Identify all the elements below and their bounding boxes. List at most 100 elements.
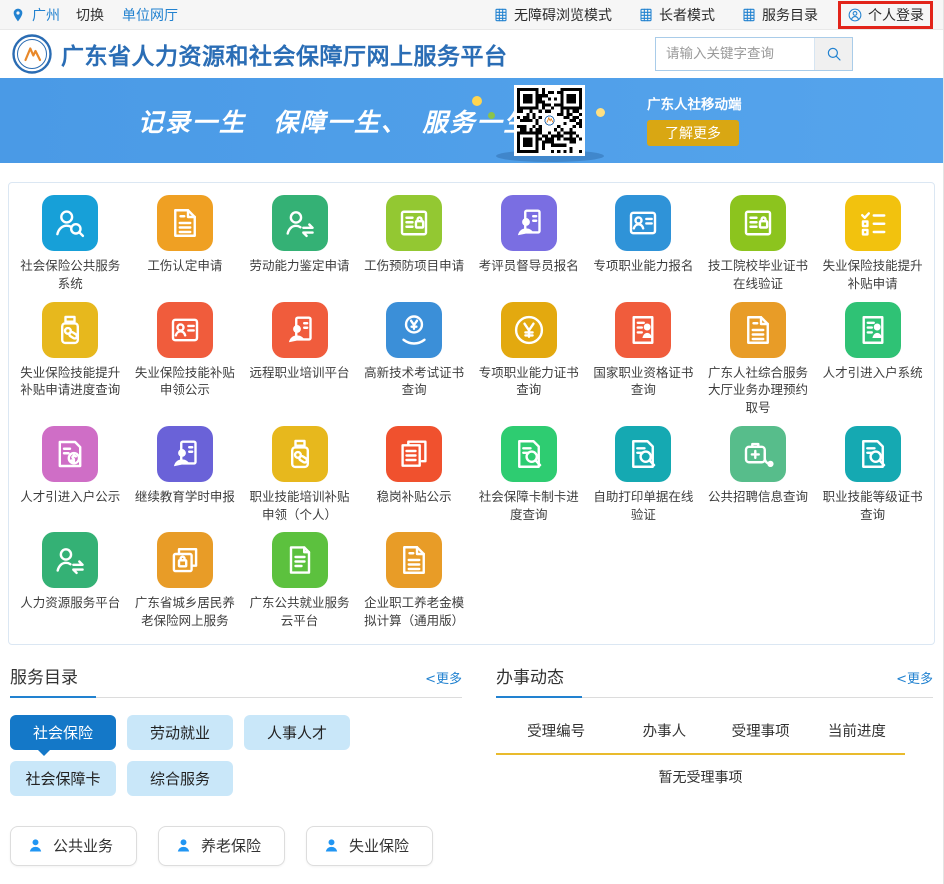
- service-item[interactable]: 失业保险技能提升补贴申请进度查询: [13, 302, 128, 417]
- service-label: 技工院校毕业证书在线验证: [702, 257, 814, 293]
- topbar-link[interactable]: 无障碍浏览模式: [493, 5, 612, 25]
- hand-yuan-icon: [386, 302, 442, 358]
- mobile-app-promo: 广东人社移动端 了解更多: [647, 93, 742, 146]
- service-label: 广东人社综合服务大厅业务办理预约取号: [702, 364, 814, 417]
- catalog-tab[interactable]: 社会保险: [10, 715, 116, 750]
- service-label: 社会保险公共服务系统: [14, 257, 126, 293]
- site-logo: [12, 34, 52, 74]
- catalog-tab[interactable]: 劳动就业: [127, 715, 233, 750]
- topbar-links: 无障碍浏览模式 长者模式 服务目录 个人登录: [493, 3, 933, 27]
- service-item[interactable]: 社会保障卡制卡进度查询: [472, 426, 587, 524]
- topbar-link-label: 服务目录: [762, 5, 818, 25]
- service-item[interactable]: 专项职业能力证书查询: [472, 302, 587, 417]
- pin-icon: [10, 7, 26, 23]
- service-item[interactable]: 技工院校毕业证书在线验证: [701, 195, 816, 293]
- quick-link-button[interactable]: 公共业务: [10, 826, 137, 866]
- doc-dollar-icon: [42, 426, 98, 482]
- bottle-icon: [42, 302, 98, 358]
- service-label: 人力资源服务平台: [20, 594, 120, 612]
- quick-link-button[interactable]: 养老保险: [158, 826, 285, 866]
- service-label: 职业技能等级证书查询: [817, 488, 929, 524]
- city-selector[interactable]: 广州: [32, 5, 60, 25]
- activity-column-label: 当前进度: [809, 720, 905, 741]
- topbar-link[interactable]: 长者模式: [638, 5, 715, 25]
- service-label: 失业保险技能提升补贴申请: [817, 257, 929, 293]
- quick-link-label: 失业保险: [349, 835, 409, 856]
- service-item[interactable]: 工伤认定申请: [128, 195, 243, 293]
- service-item[interactable]: 国家职业资格证书查询: [586, 302, 701, 417]
- activity-column-label: 办事人: [616, 720, 712, 741]
- search-button[interactable]: [814, 38, 852, 70]
- search-input[interactable]: [656, 38, 814, 70]
- stethoscope-icon: [730, 426, 786, 482]
- catalog-tab[interactable]: 人事人才: [244, 715, 350, 750]
- service-item[interactable]: 社会保险公共服务系统: [13, 195, 128, 293]
- user-circle-icon: [847, 7, 863, 23]
- service-item[interactable]: 失业保险技能提升补贴申请: [815, 195, 930, 293]
- service-label: 国家职业资格证书查询: [587, 364, 699, 400]
- services-panel: 社会保险公共服务系统 工伤认定申请 劳动能力鉴定申请 工伤预防项目申请 考评员督…: [8, 182, 935, 645]
- service-item[interactable]: 高新技术考试证书查询: [357, 302, 472, 417]
- service-item[interactable]: 人才引进入户公示: [13, 426, 128, 524]
- service-label: 高新技术考试证书查询: [358, 364, 470, 400]
- checklist-icon: [845, 195, 901, 251]
- person-fill-icon: [27, 837, 44, 854]
- service-item[interactable]: 职业技能等级证书查询: [815, 426, 930, 524]
- learn-more-button[interactable]: 了解更多: [647, 120, 739, 146]
- service-item[interactable]: 自助打印单据在线验证: [586, 426, 701, 524]
- service-label: 工伤认定申请: [147, 257, 222, 275]
- qr-code: [514, 85, 585, 156]
- activity-table-header: 受理编号办事人受理事项当前进度: [496, 712, 905, 755]
- service-item[interactable]: 职业技能培训补贴申领（个人）: [242, 426, 357, 524]
- doc-person-icon: [845, 302, 901, 358]
- service-label: 失业保险技能补贴申领公示: [129, 364, 241, 400]
- service-item[interactable]: 劳动能力鉴定申请: [242, 195, 357, 293]
- unit-portal-link[interactable]: 单位网厅: [122, 5, 178, 25]
- service-label: 劳动能力鉴定申请: [250, 257, 350, 275]
- decor-coin: [488, 112, 495, 119]
- mobile-app-title: 广东人社移动端: [647, 93, 742, 113]
- person-doc-icon: [272, 302, 328, 358]
- service-item[interactable]: 失业保险技能补贴申领公示: [128, 302, 243, 417]
- service-label: 稳岗补贴公示: [377, 488, 452, 506]
- service-item[interactable]: 远程职业培训平台: [242, 302, 357, 417]
- topbar-link[interactable]: 个人登录: [838, 1, 933, 29]
- person-doc-icon: [157, 426, 213, 482]
- card-person-icon: [157, 302, 213, 358]
- service-item[interactable]: 考评员督导员报名: [472, 195, 587, 293]
- service-item[interactable]: 专项职业能力报名: [586, 195, 701, 293]
- service-item[interactable]: 人力资源服务平台: [13, 532, 128, 630]
- banner-slogan: 记录一生 保障一生、 服务一生: [138, 103, 531, 139]
- doc-plus-icon: [386, 532, 442, 588]
- service-item[interactable]: 广东省城乡居民养老保险网上服务: [128, 532, 243, 630]
- service-item[interactable]: 广东人社综合服务大厅业务办理预约取号: [701, 302, 816, 417]
- city-switch-link[interactable]: 切换: [76, 5, 104, 25]
- topbar-link-label: 无障碍浏览模式: [514, 5, 612, 25]
- service-label: 广东公共就业服务云平台: [244, 594, 356, 630]
- catalog-tab[interactable]: 综合服务: [127, 761, 233, 796]
- doc-search-icon: [845, 426, 901, 482]
- grid-icon: [741, 7, 757, 23]
- cards-lock-icon: [157, 532, 213, 588]
- service-item[interactable]: 公共招聘信息查询: [701, 426, 816, 524]
- service-item[interactable]: 广东公共就业服务云平台: [242, 532, 357, 630]
- service-label: 职业技能培训补贴申领（个人）: [244, 488, 356, 524]
- card-lock-icon: [386, 195, 442, 251]
- service-item[interactable]: 稳岗补贴公示: [357, 426, 472, 524]
- doc-plus-icon: [730, 302, 786, 358]
- person-search-icon: [42, 195, 98, 251]
- service-item[interactable]: 工伤预防项目申请: [357, 195, 472, 293]
- topbar-link[interactable]: 服务目录: [741, 5, 818, 25]
- activity-more-link[interactable]: <更多: [896, 668, 933, 687]
- quick-link-button[interactable]: 失业保险: [306, 826, 433, 866]
- service-catalog-more-link[interactable]: <更多: [425, 668, 462, 687]
- service-item[interactable]: 人才引进入户系统: [815, 302, 930, 417]
- service-item[interactable]: 企业职工养老金模拟计算（通用版）: [357, 532, 472, 630]
- doc-search-icon: [501, 426, 557, 482]
- yuan-circle-icon: [501, 302, 557, 358]
- catalog-tab[interactable]: 社会保障卡: [10, 761, 116, 796]
- service-label: 人才引进入户系统: [823, 364, 923, 382]
- activity-column-label: 受理编号: [496, 720, 616, 741]
- service-item[interactable]: 继续教育学时申报: [128, 426, 243, 524]
- service-label: 专项职业能力报名: [593, 257, 693, 275]
